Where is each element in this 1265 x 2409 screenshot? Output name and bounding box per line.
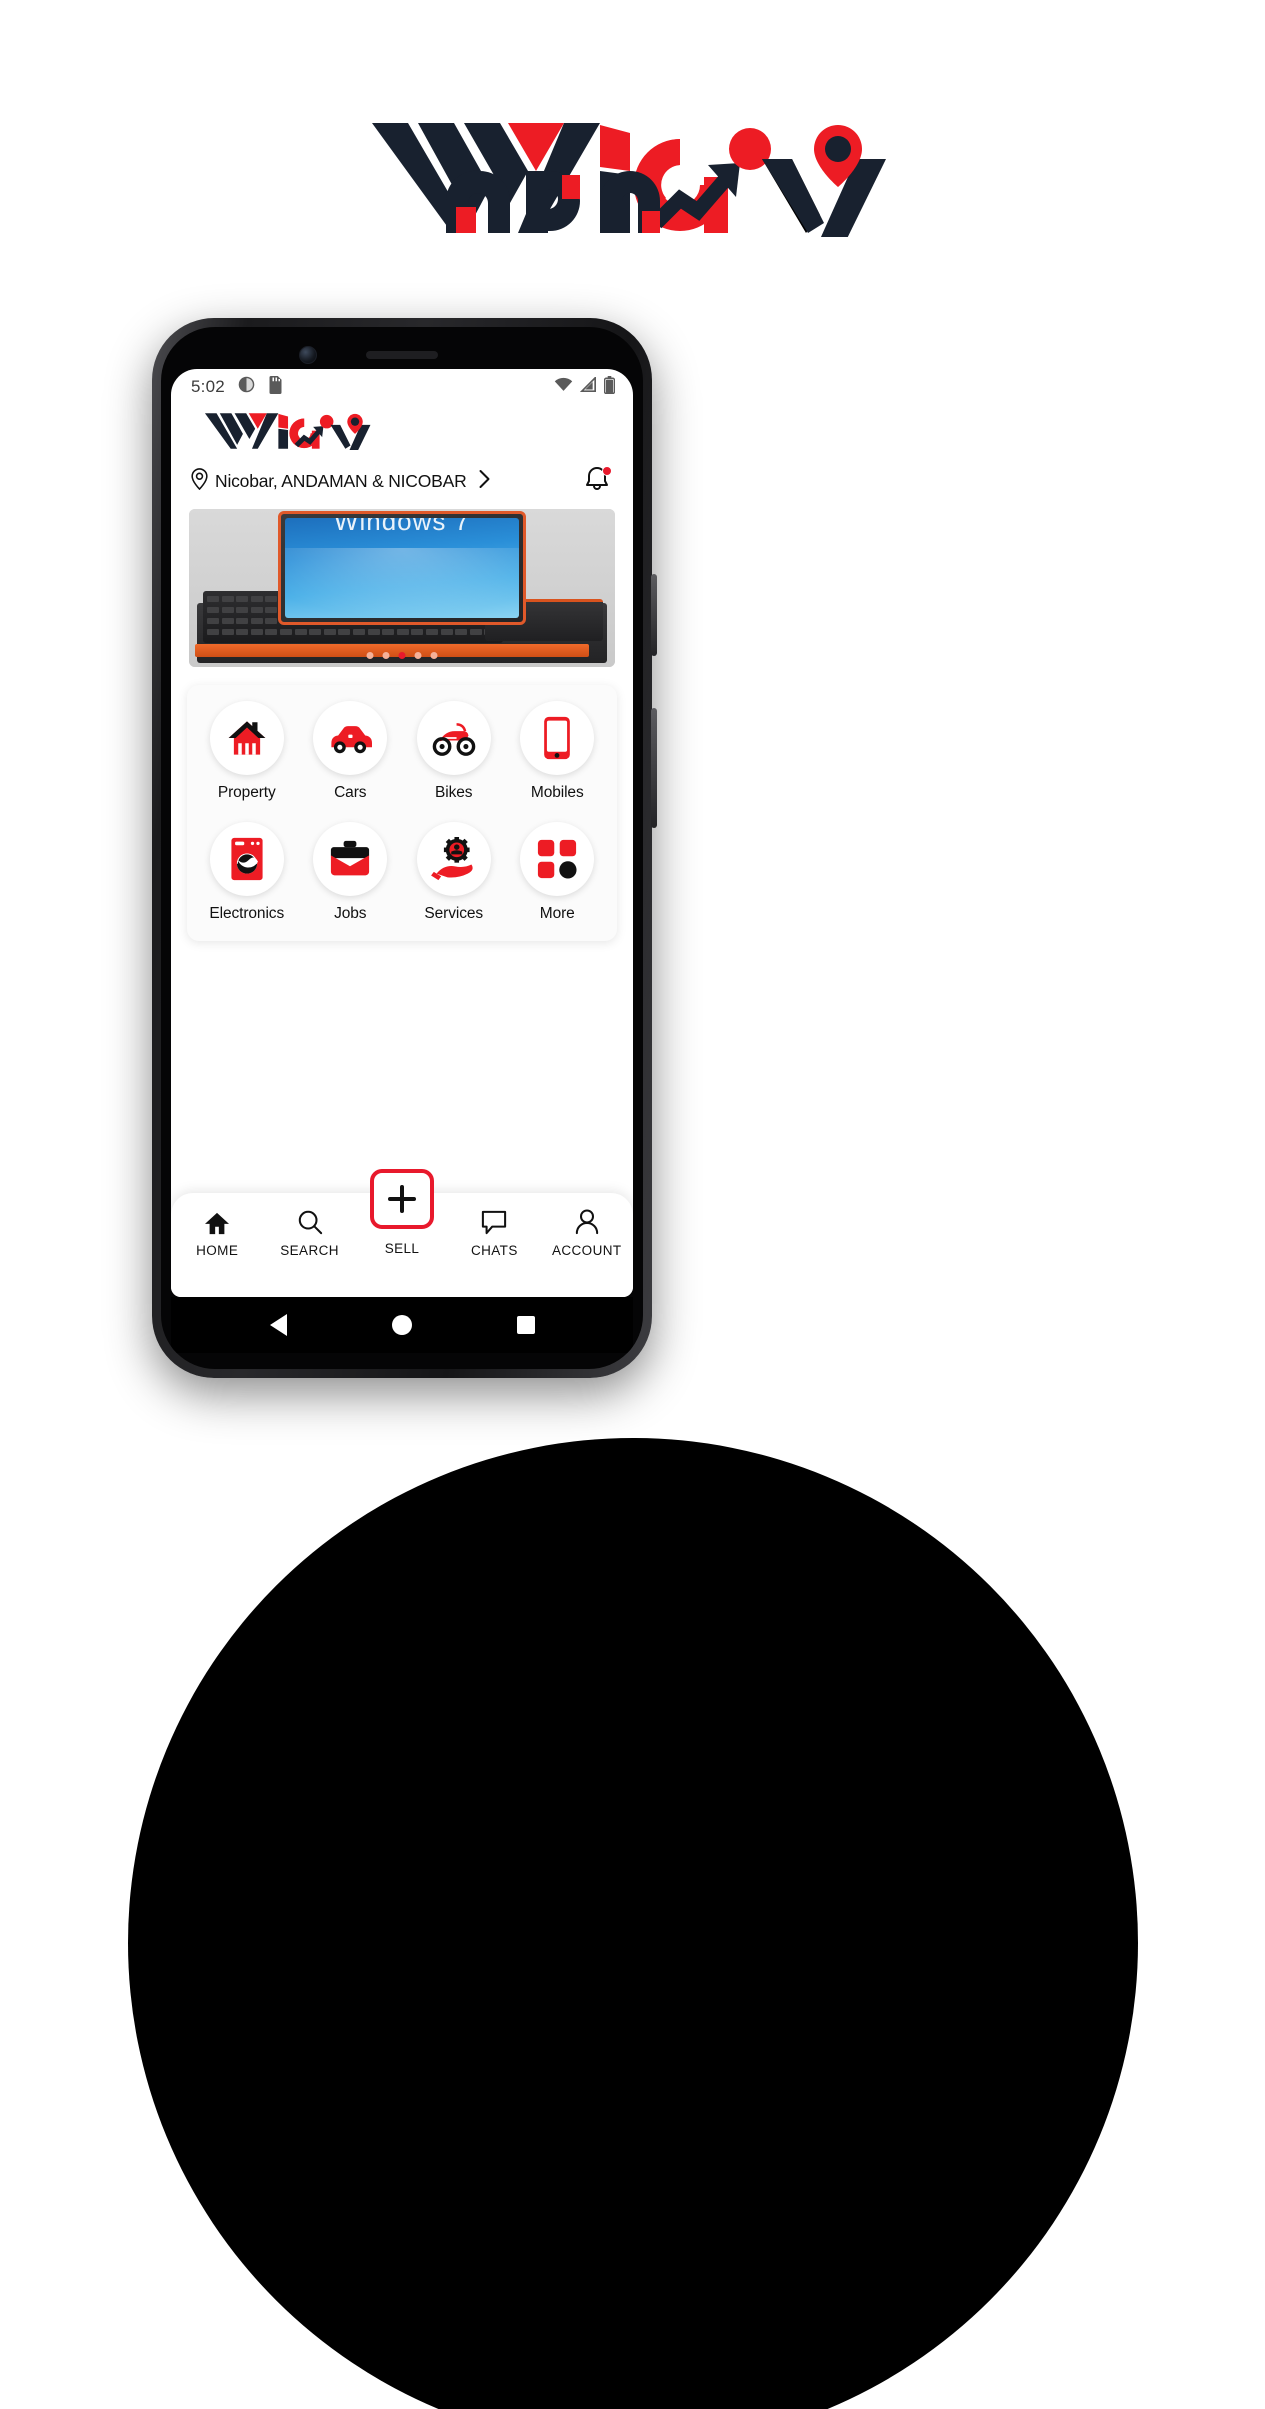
back-button-icon[interactable] [269, 1314, 287, 1336]
carousel-dot[interactable] [414, 652, 422, 659]
brand-logo-wordmark-tail [330, 118, 690, 238]
category-label: More [539, 905, 575, 922]
location-selector[interactable]: Nicobar, ANDAMAN & NICOBAR [191, 467, 491, 495]
carousel-dot[interactable] [382, 652, 390, 659]
briefcase-icon [331, 840, 370, 876]
home-button-icon[interactable] [391, 1315, 412, 1335]
category-item-mobiles[interactable]: Mobiles [506, 701, 610, 802]
nav-item-home[interactable]: HOME [171, 1207, 263, 1258]
category-icon-wrap [209, 822, 284, 896]
category-item-bikes[interactable]: Bikes [402, 701, 506, 802]
nav-item-account[interactable]: ACCOUNT [541, 1207, 633, 1258]
category-item-property[interactable]: Property [195, 701, 299, 802]
smartphone-icon [544, 716, 571, 760]
nav-label: ACCOUNT [551, 1243, 622, 1258]
category-icon-wrap [416, 822, 491, 896]
plus-icon [388, 1185, 416, 1213]
category-label: Mobiles [530, 784, 584, 801]
carousel-dot-active[interactable] [398, 652, 406, 659]
nav-label: CHATS [470, 1243, 518, 1258]
battery-icon [603, 375, 616, 399]
category-card: Property Cars Bikes Mobiles Electronics … [187, 685, 617, 941]
do-not-disturb-icon [238, 376, 255, 398]
nav-item-chats[interactable]: CHATS [448, 1207, 540, 1258]
category-icon-wrap [313, 822, 388, 896]
location-pin-icon [191, 467, 208, 495]
motorbike-icon [432, 723, 476, 756]
car-icon [331, 726, 373, 754]
pos-monitor-screen: Windows 7 [285, 518, 519, 618]
status-bar-right [554, 375, 616, 399]
chevron-right-icon [478, 469, 491, 494]
category-icon-wrap [520, 701, 595, 775]
wifi-icon [554, 377, 573, 397]
notification-button[interactable] [583, 465, 613, 497]
cellular-signal-icon [579, 375, 597, 397]
service-hand-gear-icon [430, 837, 473, 881]
person-icon [575, 1207, 599, 1235]
earpiece-speaker [366, 351, 438, 359]
phone-bezel: 5:02 Nicobar, ANDAMAN & NICOBAR Windows … [161, 327, 643, 1369]
front-camera-icon [299, 346, 317, 364]
chat-bubble-icon [481, 1207, 507, 1235]
sell-button-label: SELL [384, 1241, 420, 1256]
category-label: Property [217, 784, 276, 801]
phone-screen: 5:02 Nicobar, ANDAMAN & NICOBAR Windows … [171, 369, 633, 1297]
brand-wordmark-apn-svg [445, 170, 660, 233]
category-icon-wrap [209, 701, 284, 775]
location-bar[interactable]: Nicobar, ANDAMAN & NICOBAR [171, 451, 633, 509]
background-blob [127, 1438, 1138, 2409]
pos-monitor: Windows 7 [278, 511, 526, 625]
search-icon [297, 1207, 323, 1235]
category-label: Cars [334, 784, 367, 801]
category-icon-wrap [520, 822, 595, 896]
status-bar: 5:02 [171, 369, 633, 405]
home-icon [204, 1207, 230, 1235]
phone-device: 5:02 Nicobar, ANDAMAN & NICOBAR Windows … [152, 318, 657, 1378]
sell-button[interactable] [370, 1169, 434, 1229]
washing-machine-icon [231, 837, 263, 881]
app-header [171, 405, 633, 451]
carousel-dots[interactable] [366, 652, 438, 659]
screen-glow [285, 548, 519, 618]
grid-more-icon [538, 839, 577, 879]
carousel-dot[interactable] [430, 652, 438, 659]
carousel-dot[interactable] [366, 652, 374, 659]
bottom-nav-area: HOME SEARCH SELL [171, 1169, 633, 1297]
category-item-cars[interactable]: Cars [299, 701, 403, 802]
category-item-electronics[interactable]: Electronics [195, 822, 299, 923]
android-system-nav [171, 1297, 633, 1353]
category-item-jobs[interactable]: Jobs [299, 822, 403, 923]
category-label: Jobs [334, 905, 367, 922]
phone-power-button[interactable] [651, 574, 657, 656]
page-root: 5:02 Nicobar, ANDAMAN & NICOBAR Windows … [0, 0, 1265, 2409]
phone-volume-button[interactable] [651, 708, 657, 828]
status-time: 5:02 [191, 377, 225, 396]
category-item-more[interactable]: More [506, 822, 610, 923]
nav-label: HOME [196, 1243, 239, 1258]
house-icon [228, 721, 266, 755]
recents-button-icon[interactable] [516, 1316, 535, 1334]
app-logo-svg [204, 413, 371, 450]
sd-card-icon [268, 375, 283, 399]
notification-unread-dot [602, 466, 612, 476]
app-logo [191, 411, 613, 451]
category-grid: Property Cars Bikes Mobiles Electronics … [195, 701, 609, 923]
promo-banner-carousel[interactable]: Windows 7 [189, 509, 615, 667]
category-label: Electronics [209, 905, 285, 922]
category-label: Services [424, 905, 484, 922]
category-item-services[interactable]: Services [402, 822, 506, 923]
banner-screen-text: Windows 7 [333, 518, 471, 536]
category-icon-wrap [313, 701, 388, 775]
phone-notch [171, 339, 633, 369]
category-icon-wrap [416, 701, 491, 775]
nav-item-search[interactable]: SEARCH [264, 1207, 356, 1258]
category-label: Bikes [435, 784, 473, 801]
location-label: Nicobar, ANDAMAN & NICOBAR [215, 470, 467, 491]
nav-label: SEARCH [280, 1243, 339, 1258]
status-bar-left: 5:02 [191, 375, 283, 399]
